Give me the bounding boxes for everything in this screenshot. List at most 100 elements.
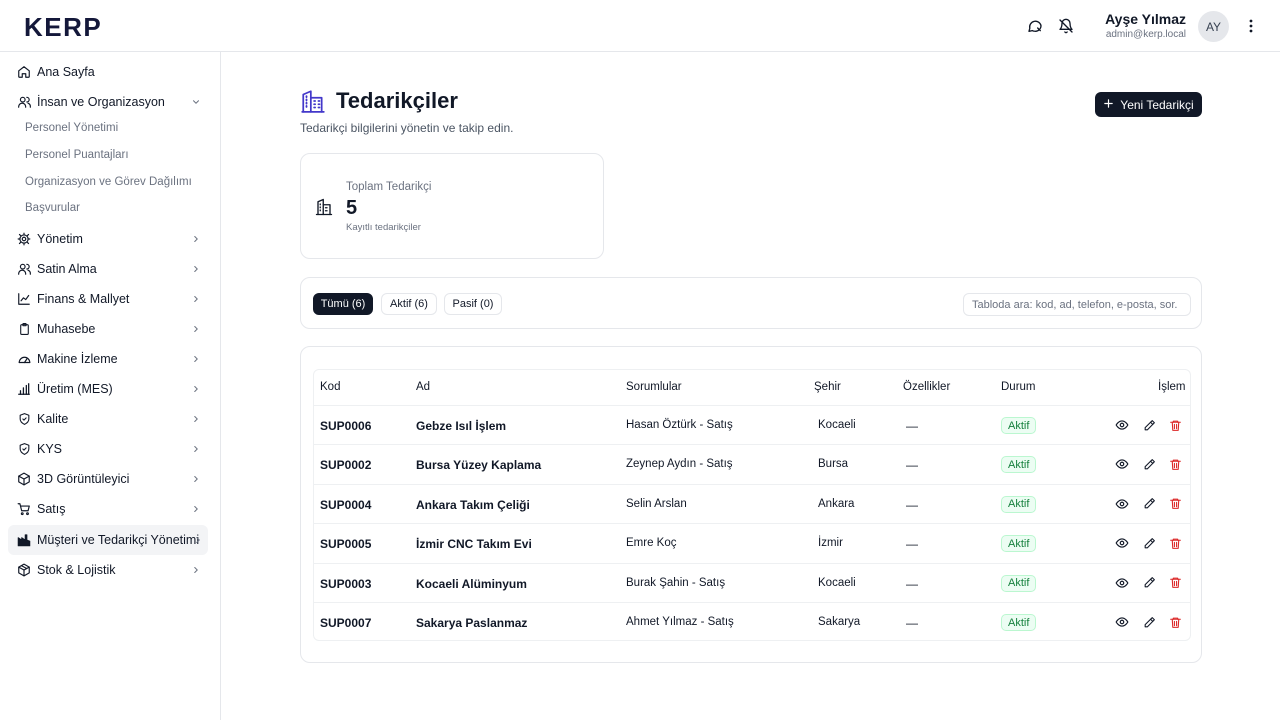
cell-city: Kocaeli — [818, 419, 856, 431]
clipboard-icon — [16, 321, 32, 337]
sidebar-item-label: Üretim (MES) — [37, 382, 113, 396]
user-email: admin@kerp.local — [1105, 29, 1186, 40]
view-icon[interactable] — [1114, 614, 1130, 630]
filter-chip-active[interactable]: Aktif (6) — [381, 293, 437, 315]
edit-icon[interactable] — [1141, 417, 1157, 433]
avatar[interactable]: AY — [1198, 11, 1229, 42]
table-row[interactable]: SUP0005 İzmir CNC Takım Evi Emre Koç İzm… — [314, 523, 1190, 562]
sidebar-item-customer-supplier-management[interactable]: Müşteri ve Tedarikçi Yönetimi — [8, 525, 208, 555]
cell-features: — — [906, 419, 918, 433]
cell-features: — — [906, 458, 918, 473]
sidebar-item-label: Stok & Lojistik — [37, 563, 116, 577]
status-badge: Aktif — [1001, 456, 1037, 474]
chevron-right-icon — [190, 293, 202, 305]
table-search-input[interactable] — [963, 293, 1191, 316]
status-badge: Aktif — [1001, 417, 1037, 434]
more-vertical-icon[interactable] — [1242, 16, 1260, 36]
cell-code: SUP0003 — [320, 576, 372, 591]
cell-features: — — [906, 497, 918, 512]
cell-responsible: Burak Şahin - Satış — [626, 576, 726, 589]
edit-icon[interactable] — [1141, 496, 1157, 512]
view-icon[interactable] — [1114, 575, 1130, 591]
sidebar-item-accounting[interactable]: Muhasebe — [8, 315, 208, 343]
table-row[interactable]: SUP0007 Sakarya Paslanmaz Ahmet Yılmaz -… — [314, 602, 1190, 641]
column-header-status[interactable]: Durum — [1001, 381, 1036, 393]
view-icon[interactable] — [1114, 417, 1130, 433]
delete-icon[interactable] — [1167, 535, 1183, 551]
sidebar-subitem-organization-tasks[interactable]: Organizasyon ve Görev Dağılımı — [25, 176, 192, 188]
sidebar-item-label: Yönetim — [37, 232, 83, 246]
new-supplier-button[interactable]: Yeni Tedarikçi — [1095, 92, 1202, 117]
cell-responsible: Selin Arslan — [626, 497, 687, 510]
delete-icon[interactable] — [1167, 575, 1183, 591]
sidebar-item-label: Müşteri ve Tedarikçi Yönetimi — [37, 533, 200, 547]
sidebar-item-home[interactable]: Ana Sayfa — [8, 58, 208, 86]
column-header-actions: İşlem — [1158, 381, 1186, 393]
cell-code: SUP0005 — [320, 537, 372, 552]
factory-icon — [16, 532, 32, 548]
table-row[interactable]: SUP0006 Gebze Isıl İşlem Hasan Öztürk - … — [314, 405, 1190, 444]
chevron-right-icon — [190, 503, 202, 515]
sidebar-item-production-mes[interactable]: Üretim (MES) — [8, 375, 208, 403]
chevron-right-icon — [190, 323, 202, 335]
sidebar-item-label: Satış — [37, 502, 66, 516]
cell-code: SUP0002 — [320, 458, 372, 473]
filter-chip-passive[interactable]: Pasif (0) — [444, 293, 502, 315]
edit-icon[interactable] — [1141, 456, 1157, 472]
delete-icon[interactable] — [1167, 456, 1183, 472]
sidebar-subitem-personnel-management[interactable]: Personel Yönetimi — [25, 122, 118, 134]
delete-icon[interactable] — [1167, 417, 1183, 433]
column-header-name[interactable]: Ad — [416, 381, 430, 393]
gauge-icon — [16, 351, 32, 367]
sidebar-item-sales[interactable]: Satış — [8, 495, 208, 523]
sidebar-item-people-organization[interactable]: İnsan ve Organizasyon — [8, 88, 208, 116]
cart-icon — [16, 501, 32, 517]
edit-icon[interactable] — [1141, 535, 1157, 551]
chevron-right-icon — [190, 413, 202, 425]
sidebar: Ana Sayfa İnsan ve Organizasyon Personel… — [0, 52, 221, 720]
cell-features: — — [906, 576, 918, 591]
sidebar-subitem-applications[interactable]: Başvurular — [25, 202, 80, 214]
column-header-code[interactable]: Kod — [320, 381, 340, 393]
cell-code: SUP0006 — [320, 419, 372, 433]
table-row[interactable]: SUP0003 Kocaeli Alüminyum Burak Şahin - … — [314, 562, 1190, 602]
notifications-off-icon[interactable] — [1056, 16, 1076, 36]
sidebar-item-quality[interactable]: Kalite — [8, 405, 208, 433]
view-icon[interactable] — [1114, 496, 1130, 512]
status-badge: Aktif — [1001, 535, 1037, 553]
column-header-features[interactable]: Özellikler — [903, 381, 950, 393]
table-row[interactable]: SUP0004 Ankara Takım Çeliği Selin Arslan… — [314, 483, 1190, 523]
messages-icon[interactable] — [1025, 16, 1045, 36]
sidebar-item-management[interactable]: Yönetim — [8, 225, 208, 253]
view-icon[interactable] — [1114, 456, 1130, 472]
sidebar-item-label: Satin Alma — [37, 262, 97, 276]
filter-chip-all[interactable]: Tümü (6) — [313, 293, 373, 315]
chart-line-icon — [16, 291, 32, 307]
column-header-city[interactable]: Şehir — [814, 381, 841, 393]
cell-responsible: Hasan Öztürk - Satış — [626, 419, 733, 431]
sidebar-item-3d-viewer[interactable]: 3D Görüntüleyici — [8, 465, 208, 493]
view-icon[interactable] — [1114, 535, 1130, 551]
sidebar-item-label: KYS — [37, 442, 63, 456]
cell-features: — — [906, 616, 918, 630]
sidebar-item-purchasing[interactable]: Satin Alma — [8, 255, 208, 283]
sidebar-item-machine-monitoring[interactable]: Makine İzleme — [8, 345, 208, 373]
chevron-right-icon — [190, 564, 202, 576]
column-header-responsible[interactable]: Sorumlular — [626, 381, 682, 393]
sidebar-subitem-personnel-timesheet[interactable]: Personel Puantajları — [25, 149, 129, 161]
app-logo[interactable]: KERP — [24, 12, 102, 43]
sidebar-item-finance-cost[interactable]: Finans & Mallyet — [8, 285, 208, 313]
table-row[interactable]: SUP0002 Bursa Yüzey Kaplama Zeynep Aydın… — [314, 444, 1190, 483]
sidebar-item-kys[interactable]: KYS — [8, 435, 208, 463]
edit-icon[interactable] — [1141, 575, 1157, 591]
sidebar-item-label: Makine İzleme — [37, 352, 118, 366]
chevron-right-icon — [190, 383, 202, 395]
cell-features: — — [906, 537, 918, 552]
delete-icon[interactable] — [1167, 614, 1183, 630]
delete-icon[interactable] — [1167, 496, 1183, 512]
stat-label: Toplam Tedarikçi — [346, 181, 432, 193]
suppliers-table: Kod Ad Sorumlular Şehir Özellikler Durum… — [313, 369, 1191, 641]
sidebar-item-stock-logistics[interactable]: Stok & Lojistik — [8, 556, 208, 584]
edit-icon[interactable] — [1141, 614, 1157, 630]
cell-city: İzmir — [818, 537, 843, 550]
